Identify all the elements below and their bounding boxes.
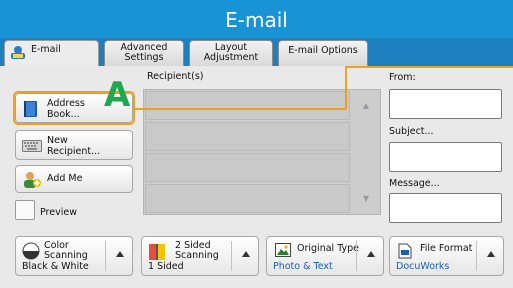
from-label: From: (389, 72, 416, 83)
recipient-row[interactable] (145, 184, 350, 213)
two-sided-scanning-button[interactable]: 2 Sided Scanning 1 Sided (141, 236, 259, 276)
from-field[interactable] (389, 89, 502, 119)
caret-up-icon (242, 251, 250, 257)
address-book-icon (22, 100, 40, 121)
divider (476, 241, 477, 271)
original-type-button[interactable]: Original Type Photo & Text (266, 236, 384, 276)
scroll-down-icon[interactable]: ▼ (352, 184, 380, 213)
file-format-label: File Format (420, 243, 473, 254)
subject-label: Subject... (389, 126, 434, 137)
tab-strip: E-mail Advanced Settings Layout Adjustme… (0, 38, 513, 68)
email-screen: { "window": { "title": "E-mail" }, "tabs… (0, 0, 513, 288)
subject-field[interactable] (389, 142, 502, 172)
picture-icon (275, 243, 291, 260)
tab-email-label: E-mail (31, 44, 61, 55)
tab-email[interactable]: E-mail (4, 40, 99, 68)
caret-up-icon (487, 251, 495, 257)
keyboard-icon (22, 139, 42, 156)
original-type-value: Photo & Text (273, 261, 333, 272)
message-label: Message... (389, 178, 440, 189)
color-scanning-value: Black & White (22, 261, 89, 272)
address-book-label: Address Book... (47, 98, 85, 120)
tab-layout-adjustment[interactable]: Layout Adjustment (189, 40, 273, 66)
divider (356, 241, 357, 271)
message-field[interactable] (389, 193, 502, 223)
color-half-circle-icon (22, 242, 40, 263)
recipient-row[interactable] (145, 91, 350, 120)
divider (231, 241, 232, 271)
two-sided-scanning-value: 1 Sided (148, 261, 184, 272)
color-scanning-label: Color Scanning (44, 240, 88, 261)
original-type-label: Original Type (297, 243, 360, 254)
caret-up-icon (116, 251, 124, 257)
scroll-up-icon[interactable]: ▲ (352, 91, 380, 120)
preview-checkbox[interactable] (15, 200, 35, 220)
tab-advanced-settings[interactable]: Advanced Settings (104, 40, 184, 66)
new-recipient-label: New Recipient... (47, 135, 101, 157)
caret-up-icon (367, 251, 375, 257)
file-format-icon (398, 243, 412, 262)
add-me-button[interactable]: Add Me (15, 165, 133, 193)
new-recipient-button[interactable]: New Recipient... (15, 130, 133, 160)
person-add-icon (22, 171, 42, 192)
recipient-row[interactable] (145, 122, 350, 151)
file-format-value: DocuWorks (396, 261, 450, 272)
recipient-row[interactable] (145, 153, 350, 182)
add-me-label: Add Me (47, 173, 83, 184)
recipient-list[interactable]: ▲ ▼ (143, 89, 381, 215)
two-sided-scanning-label: 2 Sided Scanning (175, 240, 219, 261)
divider (105, 241, 106, 271)
tab-email-options[interactable]: E-mail Options (278, 40, 368, 66)
color-scanning-button[interactable]: Color Scanning Black & White (15, 236, 133, 276)
recipients-heading: Recipient(s) (147, 71, 204, 82)
window-title: E-mail (0, 0, 513, 38)
callout-marker: A (104, 75, 131, 115)
email-user-icon (9, 45, 27, 62)
file-format-button[interactable]: File Format DocuWorks (389, 236, 504, 276)
preview-label: Preview (40, 207, 77, 218)
